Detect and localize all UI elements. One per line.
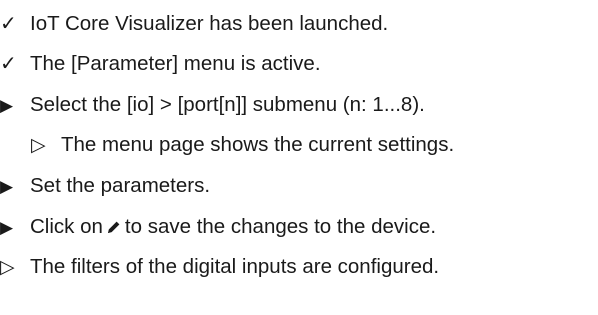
step-result-settings-shown: ▷ The menu page shows the current settin… — [0, 125, 454, 165]
prerequisite-text: The [Parameter] menu is active. — [30, 52, 321, 75]
result-triangle-icon: ▷ — [31, 134, 46, 156]
checkmark-icon: ✓ — [0, 13, 17, 35]
step-text: Set the parameters. — [30, 174, 211, 197]
step-select-submenu: ▶ Select the [io] > [port[n]] submenu (n… — [0, 85, 425, 125]
step-text: Click on to save the changes to the devi… — [30, 215, 436, 239]
step-text: Select the [io] > [port[n]] submenu (n: … — [30, 93, 425, 116]
instruction-document: ✓ IoT Core Visualizer has been launched.… — [0, 0, 598, 315]
action-arrow-icon: ▶ — [0, 176, 14, 196]
step-text-after-icon: to save the changes to the device. — [124, 215, 437, 238]
checkmark-icon: ✓ — [0, 53, 17, 75]
step-save-changes: ▶ Click on to save the changes to the de… — [0, 207, 436, 247]
result-text: The filters of the digital inputs are co… — [30, 255, 440, 278]
prerequisite-text: IoT Core Visualizer has been launched. — [30, 12, 389, 35]
step-set-parameters: ▶ Set the parameters. — [0, 166, 210, 206]
result-triangle-icon: ▷ — [0, 256, 15, 278]
step-text-before-icon: Click on — [30, 215, 103, 238]
prerequisite-launched: ✓ IoT Core Visualizer has been launched. — [0, 4, 388, 44]
result-text: The menu page shows the current settings… — [61, 133, 455, 156]
final-result: ▷ The filters of the digital inputs are … — [0, 247, 439, 287]
prerequisite-menu-active: ✓ The [Parameter] menu is active. — [0, 44, 321, 84]
action-arrow-icon: ▶ — [0, 95, 14, 115]
action-arrow-icon: ▶ — [0, 217, 14, 237]
pencil-icon — [107, 221, 120, 233]
